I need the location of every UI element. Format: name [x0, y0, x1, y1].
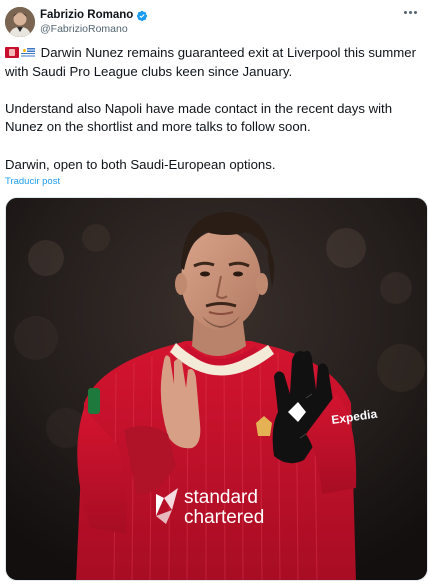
avatar[interactable]	[5, 7, 35, 37]
author-name-row: Fabrizio Romano	[40, 7, 148, 23]
author-handle[interactable]: @FabrizioRomano	[40, 23, 128, 35]
more-horizontal-icon[interactable]	[401, 4, 419, 20]
sponsor-text-line1: standard	[184, 487, 258, 508]
tweet-card: Fabrizio Romano @FabrizioRomano Darwin N…	[0, 0, 428, 585]
tweet-paragraph-1: Darwin Nunez remains guaranteed exit at …	[5, 44, 421, 81]
tweet-photo[interactable]: Expedia standard chartered	[5, 197, 428, 581]
sponsor-text-line2: chartered	[184, 507, 264, 528]
uruguay-flag-icon	[21, 47, 35, 58]
tweet-text: Darwin Nunez remains guaranteed exit at …	[5, 44, 421, 174]
author-display-name[interactable]: Fabrizio Romano	[40, 9, 133, 21]
tweet-paragraph-1-text: Darwin Nunez remains guaranteed exit at …	[5, 45, 416, 79]
tweet-paragraph-3: Darwin, open to both Saudi-European opti…	[5, 156, 276, 172]
tweet-paragraph-2: Understand also Napoli have made contact…	[5, 100, 393, 135]
translate-post-link[interactable]: Traducir post	[5, 176, 60, 187]
player-photo-illustration: Expedia standard chartered	[6, 198, 427, 580]
verified-badge-icon	[136, 9, 148, 22]
red-white-badge-emoji-icon	[5, 47, 19, 58]
